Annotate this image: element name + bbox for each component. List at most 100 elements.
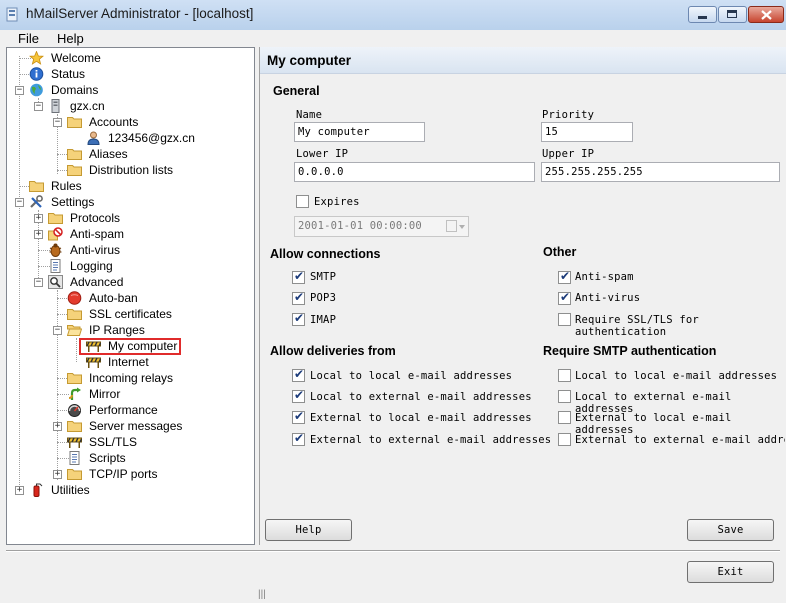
no-sign-icon: [48, 227, 63, 241]
section-allow-connections: Allow connections: [270, 247, 381, 261]
folder-icon: [67, 149, 82, 160]
stop-icon: [67, 291, 82, 305]
help-button[interactable]: Help: [265, 519, 352, 541]
name-label: Name: [296, 109, 323, 121]
barrier-icon: [86, 357, 101, 368]
tree-label: Auto-ban: [89, 291, 138, 305]
auth-local-to-local-checkbox[interactable]: [558, 369, 571, 382]
auth-external-to-local-checkbox[interactable]: [558, 411, 571, 424]
folder-icon: [48, 213, 63, 224]
panel-header: My computer: [260, 47, 786, 74]
section-other: Other: [543, 245, 577, 259]
section-require-smtp-auth: Require SMTP authentication: [543, 344, 717, 358]
imap-checkbox[interactable]: ✔: [292, 311, 305, 326]
tree-label: Internet: [108, 355, 149, 369]
collapse-toggle[interactable]: −: [15, 198, 24, 207]
tree-label: Welcome: [51, 51, 101, 65]
tree-label: Performance: [89, 403, 158, 417]
info-icon: [29, 67, 44, 81]
tree-label: Status: [51, 67, 86, 81]
app-icon: [6, 7, 18, 22]
magnifier-icon: [48, 275, 63, 289]
window-title: hMailServer Administrator - [localhost]: [26, 6, 254, 21]
tree-label: Rules: [51, 179, 82, 193]
folder-icon: [67, 421, 82, 432]
lower-ip-label: Lower IP: [296, 148, 349, 160]
tree-label: Accounts: [89, 115, 139, 129]
menu-bar: File Help: [0, 30, 786, 46]
tools-icon: [30, 195, 43, 208]
save-button[interactable]: Save: [687, 519, 774, 541]
folder-icon: [67, 117, 82, 128]
expand-toggle[interactable]: +: [34, 230, 43, 239]
auth-external-to-local-label: External to local e-mail addresses: [575, 412, 732, 436]
anti-spam-checkbox[interactable]: ✔: [558, 269, 571, 284]
splitter-grip-icon[interactable]: |||: [258, 589, 266, 600]
section-allow-deliveries: Allow deliveries from: [270, 344, 396, 358]
title-bar: hMailServer Administrator - [localhost]: [0, 0, 786, 31]
selection-highlight: [79, 338, 181, 355]
tree-label: Domains: [51, 83, 99, 97]
deliver-external-to-external-checkbox[interactable]: ✔: [292, 431, 305, 446]
gauge-icon: [68, 404, 81, 417]
anti-virus-checkbox[interactable]: ✔: [558, 290, 571, 305]
lower-ip-field[interactable]: 0.0.0.0: [294, 162, 535, 182]
tree-label: Server messages: [89, 419, 183, 433]
star-icon: [29, 51, 44, 65]
fork-arrow-icon: [68, 387, 81, 400]
folder-icon: [67, 373, 82, 384]
priority-field[interactable]: 15: [541, 122, 633, 142]
maximize-button[interactable]: [718, 6, 747, 23]
close-button[interactable]: [748, 6, 784, 23]
tree-label: Mirror: [89, 387, 121, 401]
upper-ip-label: Upper IP: [542, 148, 595, 160]
collapse-toggle[interactable]: −: [15, 86, 24, 95]
tree-label: Advanced: [70, 275, 124, 289]
folder-open-icon: [67, 325, 82, 336]
tree-label: Logging: [70, 259, 113, 273]
folder-icon: [67, 469, 82, 480]
tree-label: Anti-spam: [70, 227, 125, 241]
divider: [6, 550, 780, 552]
expand-toggle[interactable]: +: [15, 486, 24, 495]
fire-extinguisher-icon: [33, 483, 43, 497]
minimize-icon: [698, 16, 707, 19]
tree-label: Anti-virus: [70, 243, 121, 257]
deliver-external-to-local-label: External to local e-mail addresses: [310, 412, 532, 424]
expires-checkbox[interactable]: [296, 195, 309, 208]
collapse-toggle[interactable]: −: [34, 102, 43, 111]
menu-file[interactable]: File: [18, 31, 39, 46]
auth-local-to-external-checkbox[interactable]: [558, 390, 571, 403]
upper-ip-field[interactable]: 255.255.255.255: [541, 162, 780, 182]
smtp-checkbox[interactable]: ✔: [292, 269, 305, 284]
auth-external-to-external-label: External to external e-mail addresses: [575, 434, 785, 446]
collapse-toggle[interactable]: −: [34, 278, 43, 287]
pop3-checkbox[interactable]: ✔: [292, 290, 305, 305]
tree-label: SSL/TLS: [89, 435, 138, 449]
deliver-local-to-local-checkbox[interactable]: ✔: [292, 367, 305, 382]
tree-label: gzx.cn: [70, 99, 105, 113]
expand-toggle[interactable]: +: [53, 470, 62, 479]
deliver-external-to-local-checkbox[interactable]: ✔: [292, 409, 305, 424]
folder-icon: [67, 309, 82, 320]
collapse-toggle[interactable]: −: [53, 118, 62, 127]
deliver-local-to-external-checkbox[interactable]: ✔: [292, 388, 305, 403]
expires-label: Expires: [314, 196, 360, 208]
minimize-button[interactable]: [688, 6, 717, 23]
tree-label: Protocols: [70, 211, 121, 225]
server-icon: [51, 99, 60, 113]
exit-button[interactable]: Exit: [687, 561, 774, 583]
expand-toggle[interactable]: +: [34, 214, 43, 223]
expires-date-value: 2001-01-01 00:00:00: [298, 220, 422, 232]
tree-label: TCP/IP ports: [89, 467, 158, 481]
user-icon: [87, 131, 100, 145]
name-field[interactable]: My computer: [294, 122, 425, 142]
collapse-toggle[interactable]: −: [53, 326, 62, 335]
auth-external-to-external-checkbox[interactable]: [558, 433, 571, 446]
menu-help[interactable]: Help: [57, 31, 84, 46]
document-icon: [69, 451, 80, 465]
require-ssl-checkbox[interactable]: [558, 313, 571, 326]
smtp-label: SMTP: [310, 271, 337, 283]
folder-icon: [67, 165, 82, 176]
expand-toggle[interactable]: +: [53, 422, 62, 431]
